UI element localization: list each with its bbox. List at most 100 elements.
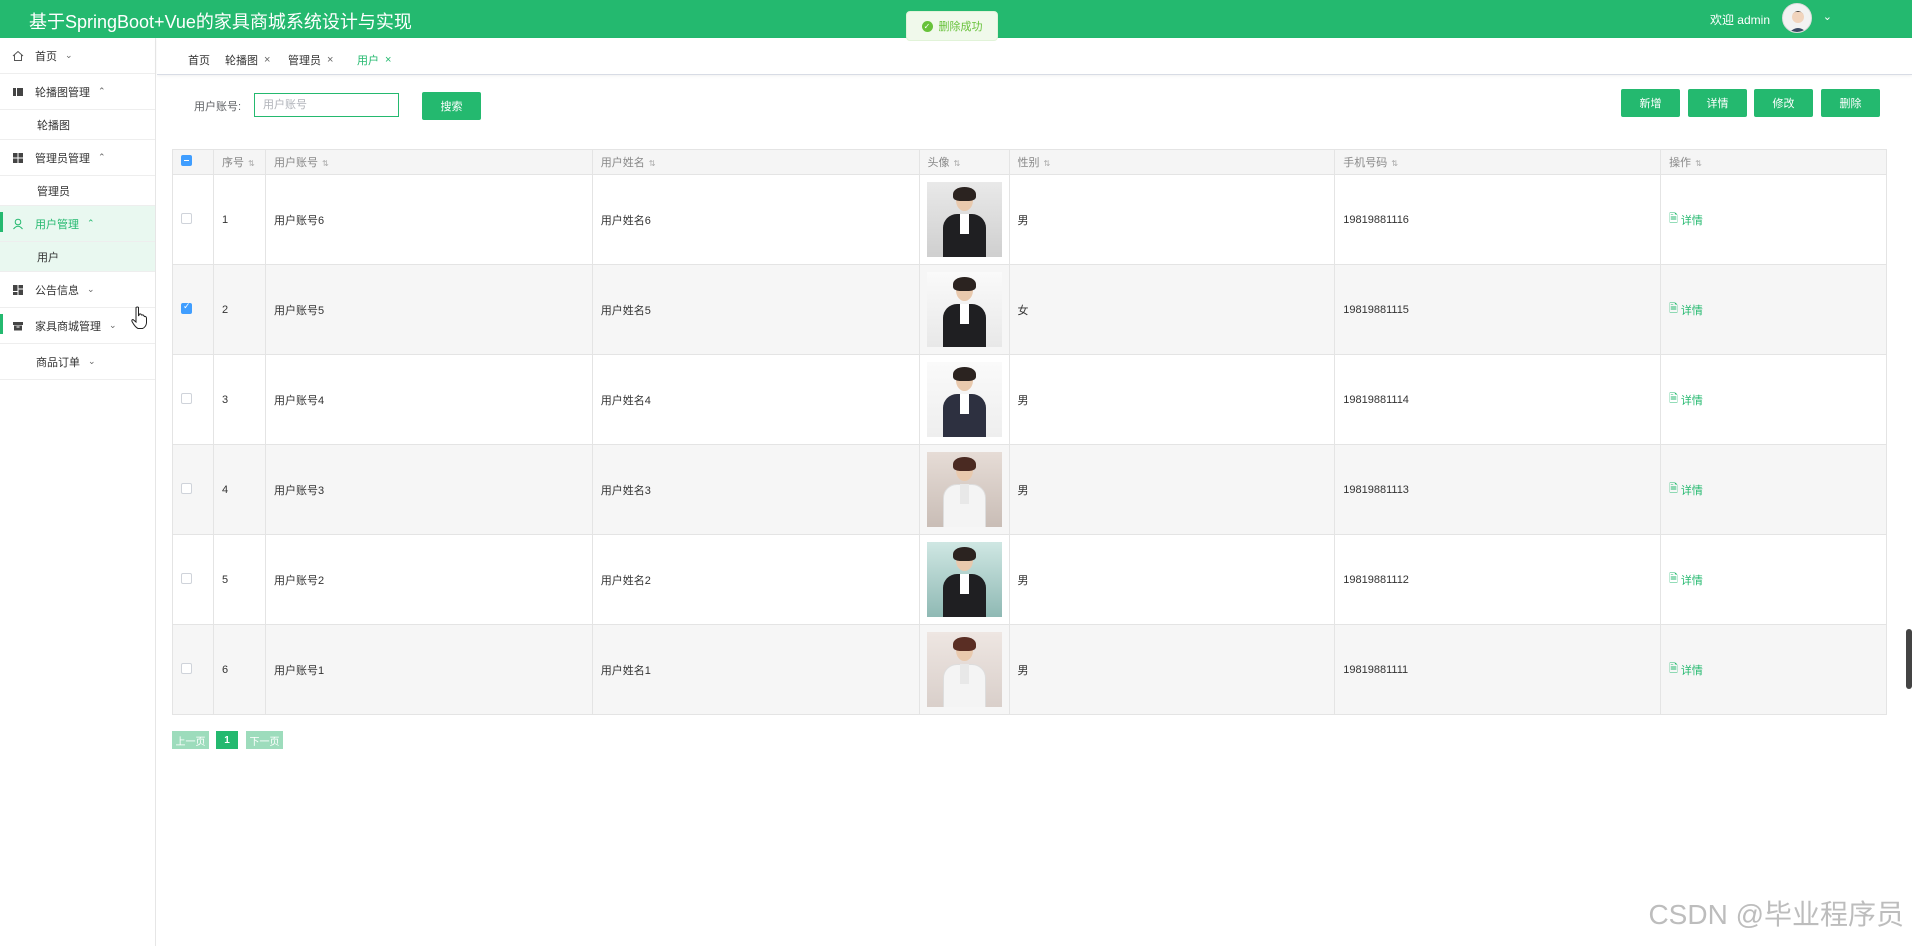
row-checkbox[interactable] [181,662,192,674]
table-row[interactable]: 3 用户账号4 用户姓名4 男 19819881114 🗎 详情 [172,354,1887,445]
box-icon [12,320,24,332]
row-checkbox[interactable] [181,212,192,224]
user-avatar[interactable] [1782,3,1812,33]
cell-gender: 男 [1008,534,1336,625]
cell-name: 用户姓名5 [591,264,920,355]
tab-bar: 首页 轮播图 × 管理员 × 用户 × [157,38,1912,75]
sidebar-item-home[interactable]: 首页 ⌄ [0,38,155,74]
sidebar-subitem-user[interactable]: 用户 [0,242,155,272]
document-icon: 🗎 [1669,303,1678,315]
tab-label: 用户 [357,55,379,67]
cell-account: 用户账号6 [264,174,593,265]
dashboard-icon [12,284,24,296]
chevron-down-icon: ⌄ [65,50,73,60]
user-table: 序号 ⇅ 用户账号 ⇅ 用户姓名 ⇅ 头像 ⇅ 性别 ⇅ 手机号码 ⇅ 操作 ⇅ 1 用户账号… [172,149,1887,715]
select-all-cell[interactable] [172,149,214,175]
sidebar-item-label: 商品订单 [36,356,80,369]
column-header[interactable]: 头像 ⇅ [918,149,1010,175]
edit-button[interactable]: 修改 [1754,89,1813,117]
close-icon[interactable]: × [327,54,333,66]
detail-link[interactable]: 🗎 详情 [1669,660,1703,679]
row-checkbox[interactable] [181,301,192,314]
sort-icon[interactable]: ⇅ [649,159,656,168]
row-checkbox[interactable] [181,572,192,584]
row-checkbox[interactable] [181,392,192,404]
check-circle-icon: ✓ [921,20,933,32]
close-icon[interactable]: × [385,54,391,66]
detail-button[interactable]: 详情 [1688,89,1747,117]
sidebar-subitem-admin[interactable]: 管理员 [0,176,155,206]
table-row[interactable]: 6 用户账号1 用户姓名1 男 19819881111 🗎 详情 [172,624,1887,715]
column-header[interactable]: 手机号码 ⇅ [1334,149,1662,175]
tab-carousel[interactable]: 轮播图 × [225,52,270,68]
document-icon: 🗎 [1669,663,1678,675]
detail-link[interactable]: 🗎 详情 [1669,480,1703,499]
page-number-button[interactable]: 1 [216,731,238,749]
table-row[interactable]: 1 用户账号6 用户姓名6 男 19819881116 🗎 详情 [172,174,1887,265]
cell-name: 用户姓名1 [591,624,920,715]
chevron-up-icon: ⌃ [98,152,106,162]
search-button[interactable]: 搜索 [422,92,481,120]
cell-name: 用户姓名4 [591,354,920,445]
sidebar-item-label: 首页 [35,50,57,63]
cell-no: 2 [212,264,266,355]
sidebar-item-admin-mgmt[interactable]: 管理员管理 ⌃ [0,140,155,176]
cell-name: 用户姓名2 [591,534,920,625]
user-photo [926,452,1002,527]
tab-home[interactable]: 首页 [188,52,210,68]
app-title: 基于SpringBoot+Vue的家具商城系统设计与实现 [29,12,412,32]
column-header[interactable]: 序号 ⇅ [212,149,266,175]
user-icon [12,218,24,230]
tab-label: 轮播图 [225,55,258,67]
detail-link[interactable]: 🗎 详情 [1669,210,1703,229]
sidebar-item-carousel-mgmt[interactable]: 轮播图管理 ⌃ [0,74,155,110]
user-photo [926,272,1002,347]
sort-icon[interactable]: ⇅ [248,159,255,168]
column-header[interactable]: 用户账号 ⇅ [264,149,593,175]
cell-account: 用户账号5 [264,264,593,355]
user-photo [926,182,1002,257]
table-row[interactable]: 5 用户账号2 用户姓名2 男 19819881112 🗎 详情 [172,534,1887,625]
detail-link[interactable]: 🗎 详情 [1669,570,1703,589]
cell-avatar [918,174,1010,265]
search-input[interactable] [254,93,399,117]
cell-phone: 19819881112 [1334,534,1662,625]
column-header[interactable]: 用户姓名 ⇅ [591,149,920,175]
select-all-checkbox[interactable] [181,155,192,166]
detail-link[interactable]: 🗎 详情 [1669,300,1703,319]
prev-page-button[interactable]: 上一页 [172,731,209,749]
sidebar-item-user-mgmt[interactable]: 用户管理 ⌃ [0,206,155,242]
sort-icon[interactable]: ⇅ [1391,159,1398,168]
chevron-down-icon: ⌄ [87,284,95,294]
column-header[interactable]: 操作 ⇅ [1660,149,1887,175]
chevron-down-icon: ⌄ [109,320,117,330]
scrollbar[interactable] [1906,629,1912,689]
chevron-down-icon[interactable]: ⌄ [1823,10,1832,23]
table-row[interactable]: 2 用户账号5 用户姓名5 女 19819881115 🗎详情 [172,264,1887,355]
cell-avatar [918,264,1010,355]
close-icon[interactable]: × [264,54,270,66]
sort-icon[interactable]: ⇅ [1695,159,1702,168]
sort-icon[interactable]: ⇅ [1044,159,1051,168]
table-row[interactable]: 4 用户账号3 用户姓名3 男 19819881113 🗎 详情 [172,444,1887,535]
column-header[interactable]: 性别 ⇅ [1008,149,1336,175]
sidebar-item-notice[interactable]: 公告信息 ⌄ [0,272,155,308]
sidebar-item-orders[interactable]: 商品订单 ⌄ [0,344,155,380]
cell-account: 用户账号2 [264,534,593,625]
delete-button[interactable]: 删除 [1821,89,1880,117]
tab-user[interactable]: 用户 × [357,52,391,68]
chevron-up-icon: ⌃ [87,218,95,228]
sort-icon[interactable]: ⇅ [322,159,329,168]
document-icon: 🗎 [1669,573,1678,585]
add-button[interactable]: 新增 [1621,89,1680,117]
row-checkbox[interactable] [181,482,192,494]
next-page-button[interactable]: 下一页 [246,731,283,749]
hand-cursor-icon [130,306,148,330]
sort-icon[interactable]: ⇅ [954,159,961,168]
cell-no: 4 [212,444,266,535]
tab-admin[interactable]: 管理员 × [288,52,333,68]
cell-gender: 女 [1008,264,1336,355]
sidebar-subitem-carousel[interactable]: 轮播图 [0,110,155,140]
cell-avatar [918,534,1010,625]
detail-link[interactable]: 🗎 详情 [1669,390,1703,409]
